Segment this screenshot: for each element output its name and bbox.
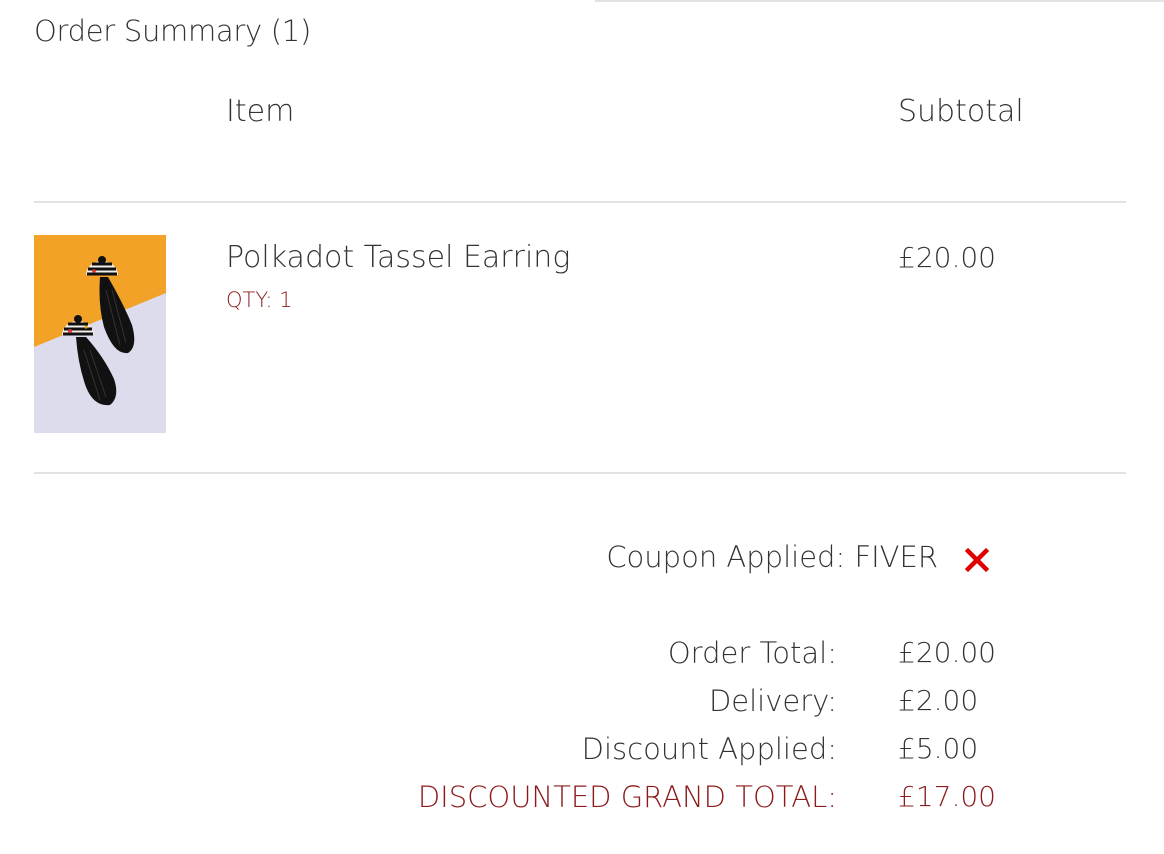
- close-icon: [964, 547, 990, 573]
- discount-value: £5.00: [898, 732, 979, 765]
- remove-coupon-button[interactable]: [963, 546, 991, 574]
- column-header-item: Item: [226, 94, 295, 129]
- product-photo-earrings-icon: [34, 235, 166, 433]
- product-name[interactable]: Polkadot Tassel Earring: [226, 240, 570, 275]
- grand-total-value: £17.00: [898, 780, 996, 813]
- product-subtotal: £20.00: [898, 241, 996, 274]
- product-quantity: QTY: 1: [226, 288, 293, 312]
- coupon-label: Coupon Applied: FIVER: [606, 540, 938, 574]
- delivery-value: £2.00: [898, 684, 979, 717]
- order-total-label: Order Total:: [667, 636, 837, 670]
- grand-total-label: DISCOUNTED GRAND TOTAL:: [417, 780, 837, 814]
- divider: [34, 472, 1126, 474]
- discount-label: Discount Applied:: [581, 732, 837, 766]
- top-border: [595, 0, 1164, 2]
- product-image[interactable]: [34, 235, 166, 433]
- delivery-label: Delivery:: [708, 684, 837, 718]
- order-summary-title: Order Summary (1): [34, 14, 311, 48]
- divider: [34, 201, 1126, 203]
- coupon-applied-row: Coupon Applied: FIVER: [606, 540, 938, 574]
- order-summary-page: Order Summary (1) Item Subtotal Polkadot…: [0, 0, 1164, 854]
- order-total-value: £20.00: [898, 636, 996, 669]
- column-header-subtotal: Subtotal: [898, 94, 1024, 129]
